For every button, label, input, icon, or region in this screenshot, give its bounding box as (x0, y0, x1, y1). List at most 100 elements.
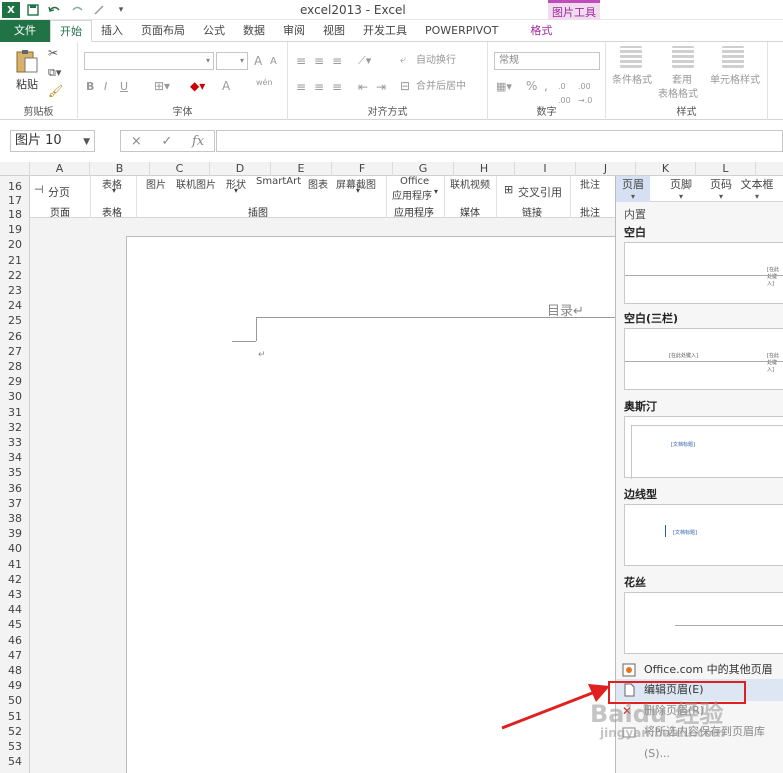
align-middle-icon[interactable]: ≡ (314, 54, 324, 68)
undo-icon[interactable] (46, 2, 64, 18)
row-header[interactable]: 41 (0, 558, 30, 571)
picture-button[interactable]: 图片 (146, 176, 166, 191)
conditional-format-icon[interactable] (620, 46, 642, 68)
footer-button[interactable]: 页脚 ▾ (664, 176, 698, 202)
name-box[interactable]: 图片 10 ▼ (10, 130, 95, 152)
bold-button[interactable]: B (86, 80, 94, 94)
row-header[interactable]: 19 (0, 223, 30, 236)
tab-data[interactable]: 数据 (234, 20, 274, 42)
row-header[interactable]: 52 (0, 725, 30, 738)
header-thumb-austin[interactable]: [文档标题] (624, 416, 783, 479)
orientation-icon[interactable]: ⟋▾ (358, 54, 371, 68)
row-header[interactable]: 54 (0, 755, 30, 768)
column-header-i[interactable]: I (515, 162, 576, 176)
format-as-table-line1[interactable]: 套用 (672, 74, 692, 88)
align-right-icon[interactable]: ≡ (332, 80, 342, 94)
row-header[interactable]: 46 (0, 634, 30, 647)
align-bottom-icon[interactable]: ≡ (332, 54, 342, 68)
format-as-table-icon[interactable] (672, 46, 694, 68)
tab-file[interactable]: 文件 (0, 20, 50, 42)
chevron-down-icon[interactable]: ▼ (83, 132, 90, 152)
formula-input[interactable] (216, 130, 783, 152)
row-header[interactable]: 53 (0, 740, 30, 753)
row-header[interactable]: 43 (0, 588, 30, 601)
tab-page-layout[interactable]: 页面布局 (132, 20, 194, 42)
row-header[interactable]: 20 (0, 238, 30, 251)
tab-powerpivot[interactable]: POWERPIVOT (416, 20, 507, 42)
row-header[interactable]: 50 (0, 694, 30, 707)
column-header-j[interactable]: J (576, 162, 636, 176)
underline-button[interactable]: U (120, 80, 128, 94)
chevron-down-icon[interactable]: ▾ (356, 186, 360, 195)
percent-button[interactable]: % (526, 79, 537, 93)
chevron-down-icon[interactable]: ▾ (234, 186, 238, 195)
row-header[interactable]: 35 (0, 466, 30, 479)
cell-styles-button[interactable]: 单元格样式 (710, 74, 760, 88)
column-header-c[interactable]: C (150, 162, 210, 176)
number-format-combo[interactable]: 常规 (494, 52, 600, 70)
row-header[interactable]: 51 (0, 710, 30, 723)
format-painter-icon[interactable]: 🖌 (48, 84, 63, 98)
tab-developer[interactable]: 开发工具 (354, 20, 416, 42)
online-video-button[interactable]: 联机视频 (450, 176, 490, 191)
wrap-text-icon[interactable]: ⤶ (400, 53, 406, 67)
row-header[interactable]: 18 (0, 208, 30, 221)
borders-icon[interactable]: ⊞▾ (154, 79, 170, 93)
row-header[interactable]: 39 (0, 527, 30, 540)
row-header[interactable]: 44 (0, 603, 30, 616)
cut-icon[interactable]: ✂ (48, 46, 58, 60)
font-name-combo[interactable]: ▾ (84, 52, 214, 70)
tab-insert[interactable]: 插入 (92, 20, 132, 42)
accounting-format-icon[interactable]: ▦▾ (496, 80, 512, 94)
wrap-text-button[interactable]: 自动换行 (416, 54, 456, 68)
row-header[interactable]: 34 (0, 451, 30, 464)
cancel-icon[interactable]: × (131, 134, 142, 149)
column-header-l[interactable]: L (696, 162, 756, 176)
row-header[interactable]: 24 (0, 299, 30, 312)
conditional-format-button[interactable]: 条件格式 (612, 74, 652, 88)
merge-center-button[interactable]: 合并后居中 (416, 80, 466, 94)
header-thumb-sideline[interactable]: [文档标题] (624, 504, 783, 566)
header-thumb-blank-three-column[interactable]: [在此处键入] [在此处键入] (624, 328, 783, 390)
chart-button[interactable]: 图表 (308, 176, 328, 191)
row-header[interactable]: 47 (0, 649, 30, 662)
header-thumb-filigree[interactable] (624, 592, 783, 654)
select-all-corner[interactable] (0, 162, 30, 176)
tab-review[interactable]: 审阅 (274, 20, 314, 42)
office-apps-line1[interactable]: Office (400, 176, 429, 187)
column-header-h[interactable]: H (454, 162, 515, 176)
row-header[interactable]: 17 (0, 194, 30, 207)
tab-home[interactable]: 开始 (50, 20, 92, 42)
comma-button[interactable]: , (544, 79, 548, 93)
fill-color-icon[interactable]: ◆▾ (190, 79, 205, 93)
grow-font-button[interactable]: A (254, 54, 262, 68)
textbox-button[interactable]: 文本框 ▾ (730, 176, 783, 202)
header-thumb-blank[interactable]: [在此处键入] (624, 242, 783, 304)
row-header[interactable]: 38 (0, 512, 30, 525)
page-break-button[interactable]: 分页 (48, 184, 70, 200)
column-header-d[interactable]: D (210, 162, 271, 176)
column-header-a[interactable]: A (30, 162, 90, 176)
column-header-b[interactable]: B (90, 162, 150, 176)
column-header-k[interactable]: K (636, 162, 696, 176)
row-header[interactable]: 33 (0, 436, 30, 449)
insert-function-icon[interactable]: fx (192, 134, 204, 149)
column-header-f[interactable]: F (332, 162, 393, 176)
row-header[interactable]: 45 (0, 618, 30, 631)
decrease-indent-icon[interactable]: ⇤ (358, 80, 368, 94)
cell-styles-icon[interactable] (722, 46, 744, 68)
align-top-icon[interactable]: ≡ (296, 54, 306, 68)
online-picture-button[interactable]: 联机图片 (176, 176, 216, 191)
increase-indent-icon[interactable]: ⇥ (376, 80, 386, 94)
enter-icon[interactable]: ✓ (161, 134, 172, 149)
align-left-icon[interactable]: ≡ (296, 80, 306, 94)
row-header[interactable]: 25 (0, 314, 30, 327)
redo-icon[interactable] (68, 2, 86, 18)
format-as-table-line2[interactable]: 表格格式 (658, 88, 698, 102)
tab-view[interactable]: 视图 (314, 20, 354, 42)
header-button[interactable]: 页眉 ▾ (616, 176, 650, 202)
row-header[interactable]: 36 (0, 482, 30, 495)
tab-format[interactable]: 格式 (521, 20, 561, 42)
customize-icon[interactable]: ▾ (112, 2, 130, 18)
row-header[interactable]: 32 (0, 421, 30, 434)
